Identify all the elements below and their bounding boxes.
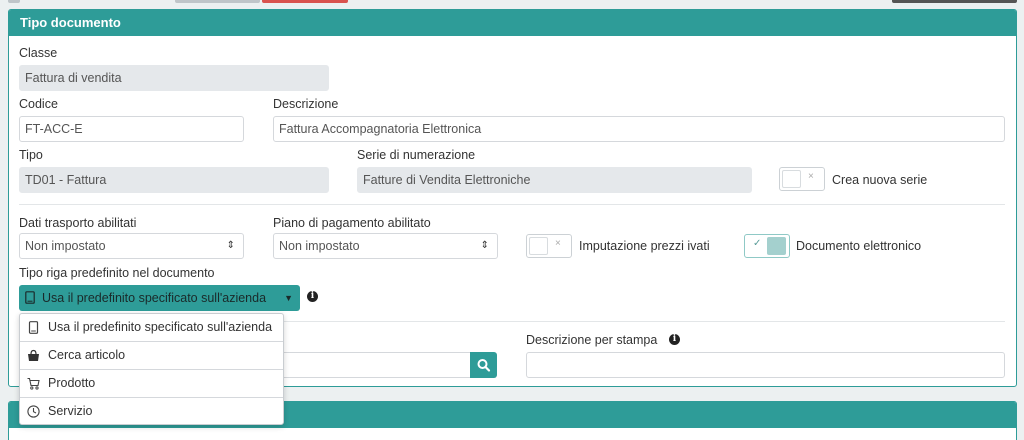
top-tab-strip <box>0 0 1024 8</box>
tipo-field: TD01 - Fattura <box>19 167 329 193</box>
panel-title: Tipo documento <box>9 10 1016 36</box>
tipo-riga-value: Usa il predefinito specificato sull'azie… <box>42 291 267 305</box>
toggle-knob <box>767 237 786 255</box>
tab-fragment <box>262 0 348 3</box>
codice-input[interactable]: FT-ACC-E <box>19 116 244 142</box>
info-icon[interactable]: i <box>669 334 680 345</box>
select-arrows-icon: ⇕ <box>480 240 489 251</box>
dati-trasporto-value: Non impostato <box>25 239 106 253</box>
crea-nuova-serie-toggle[interactable]: × <box>779 167 825 191</box>
toggle-knob <box>782 170 801 188</box>
mobile-icon <box>25 291 35 304</box>
tab-fragment <box>8 0 20 3</box>
codice-label: Codice <box>19 97 58 111</box>
dati-trasporto-label: Dati trasporto abilitati <box>19 216 137 230</box>
menu-item-cerca-articolo[interactable]: Cerca articolo <box>20 342 283 370</box>
menu-item-label: Usa il predefinito specificato sull'azie… <box>48 320 273 334</box>
tab-fragment <box>175 0 260 3</box>
check-icon: ✓ <box>753 238 762 249</box>
info-icon[interactable]: i <box>307 291 318 302</box>
chevron-down-icon: ▼ <box>284 293 293 303</box>
tipo-riga-label: Tipo riga predefinito nel documento <box>19 266 215 280</box>
classe-label: Classe <box>19 46 58 60</box>
menu-item-label: Prodotto <box>48 376 96 390</box>
search-icon <box>477 359 491 372</box>
imputazione-prezzi-toggle[interactable]: × <box>526 234 572 258</box>
descrizione-stampa-input[interactable] <box>526 352 1005 378</box>
menu-item-label: Servizio <box>48 404 93 418</box>
mobile-icon <box>28 321 39 334</box>
documento-elettronico-label: Documento elettronico <box>796 239 922 253</box>
descrizione-input[interactable]: Fattura Accompagnatoria Elettronica <box>273 116 1005 142</box>
dati-trasporto-select[interactable]: Non impostato ⇕ <box>19 233 244 259</box>
documento-elettronico-toggle[interactable]: ✓ <box>744 234 790 258</box>
menu-item-prodotto[interactable]: Prodotto <box>20 370 283 398</box>
descrizione-stampa-label: Descrizione per stampa <box>526 333 658 347</box>
serie-field: Fatture di Vendita Elettroniche <box>357 167 752 193</box>
classe-field: Fattura di vendita <box>19 65 329 91</box>
cart-icon <box>27 377 40 390</box>
select-arrows-icon: ⇕ <box>226 240 235 251</box>
menu-item-usa-predefinito[interactable]: Usa il predefinito specificato sull'azie… <box>20 314 283 342</box>
tipo-riga-menu: Usa il predefinito specificato sull'azie… <box>19 313 284 425</box>
menu-item-servizio[interactable]: Servizio <box>20 398 283 426</box>
tab-fragment <box>892 0 1017 3</box>
serie-label: Serie di numerazione <box>357 148 476 162</box>
descrizione-label: Descrizione <box>273 97 339 111</box>
piano-pagamento-value: Non impostato <box>279 239 360 253</box>
piano-pagamento-select[interactable]: Non impostato ⇕ <box>273 233 498 259</box>
cross-icon: × <box>808 171 814 182</box>
section-divider <box>19 204 1005 205</box>
clock-icon <box>27 405 40 418</box>
piano-pagamento-label: Piano di pagamento abilitato <box>273 216 431 230</box>
tipo-label: Tipo <box>19 148 43 162</box>
toggle-knob <box>529 237 548 255</box>
shopping-bag-icon <box>28 349 39 361</box>
search-button[interactable] <box>470 352 497 378</box>
menu-item-label: Cerca articolo <box>48 348 126 362</box>
cross-icon: × <box>555 238 561 249</box>
tipo-riga-dropdown-button[interactable]: Usa il predefinito specificato sull'azie… <box>19 285 300 311</box>
imputazione-prezzi-label: Imputazione prezzi ivati <box>579 239 710 253</box>
crea-nuova-serie-label: Crea nuova serie <box>832 173 928 187</box>
